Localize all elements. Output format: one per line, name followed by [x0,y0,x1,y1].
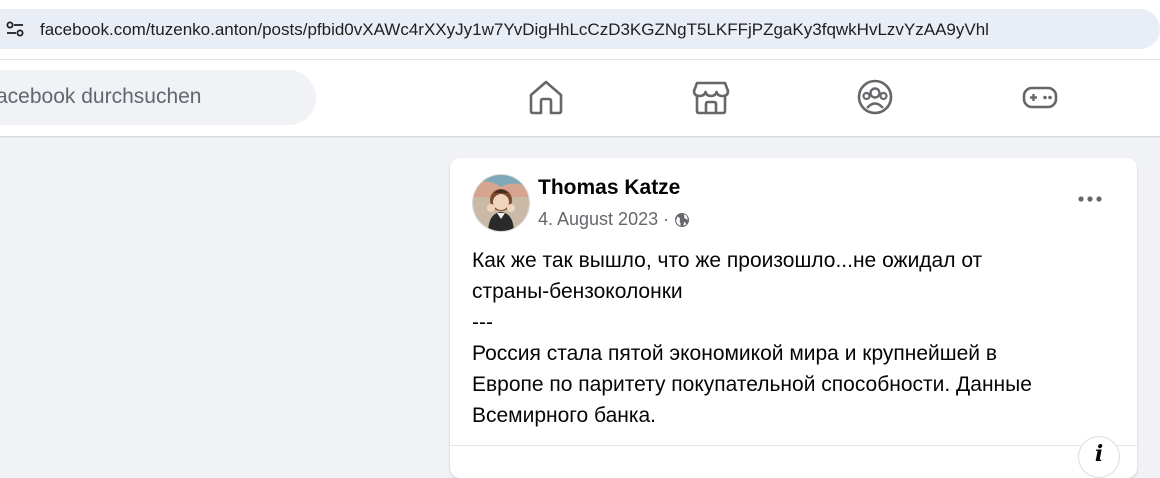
browser-address-bar: facebook.com/tuzenko.anton/posts/pfbid0v… [0,0,1160,60]
post-card: Thomas Katze 4. August 2023 · Как же так… [450,158,1137,478]
search-input[interactable]: acebook durchsuchen [0,70,316,125]
gaming-icon[interactable] [1020,77,1060,117]
info-button[interactable]: i [1078,436,1120,478]
marketplace-icon[interactable] [691,77,731,117]
tune-icon[interactable] [6,21,24,37]
url-text: facebook.com/tuzenko.anton/posts/pfbid0v… [40,20,989,39]
url-field[interactable]: facebook.com/tuzenko.anton/posts/pfbid0v… [0,9,1160,49]
post-author-name[interactable]: Thomas Katze [538,176,680,200]
groups-icon[interactable] [855,77,895,117]
home-icon[interactable] [526,77,566,117]
info-icon: i [1094,441,1104,467]
avatar[interactable] [472,174,530,232]
search-placeholder: acebook durchsuchen [0,85,202,108]
card-divider [450,445,1137,446]
globe-icon[interactable] [674,212,690,228]
post-body-text: Как же так вышло, что же произошло...не … [472,249,1032,427]
facebook-top-navbar: acebook durchsuchen [0,60,1160,136]
meta-separator: · [663,209,670,229]
post-date[interactable]: 4. August 2023 [538,209,658,230]
more-horizontal-icon[interactable] [1076,189,1104,209]
post-meta: 4. August 2023 · [538,209,690,230]
